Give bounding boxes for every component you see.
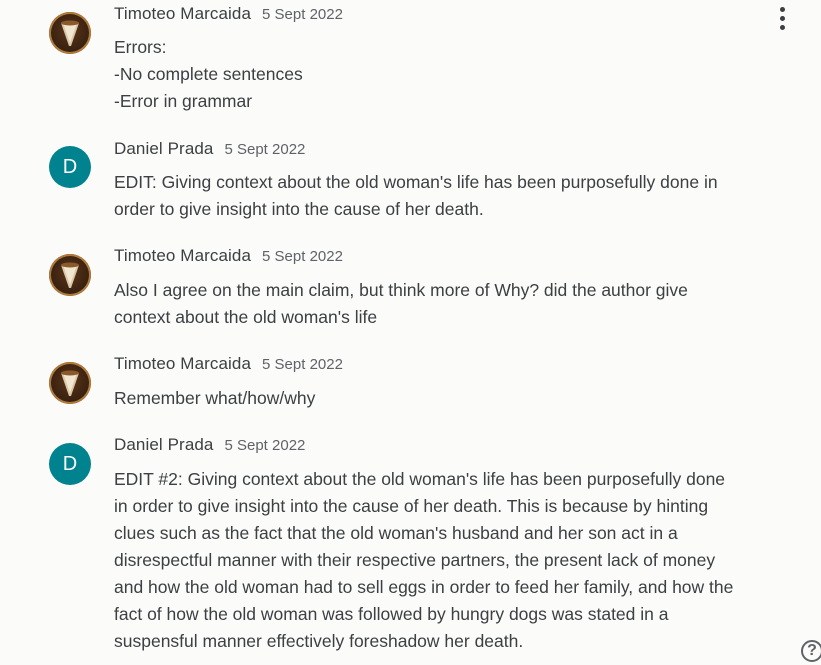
comment-line: disrespectful manner with their respecti… xyxy=(114,550,716,570)
avatar-timoteo xyxy=(49,254,91,296)
avatar-photo-icon xyxy=(61,20,79,46)
avatar-daniel: D xyxy=(49,443,91,485)
comment-line: -No complete sentences xyxy=(114,64,303,84)
comment-body: EDIT: Giving context about the old woman… xyxy=(114,169,814,223)
help-icon: ? xyxy=(807,642,817,659)
comment-body: EDIT #2: Giving context about the old wo… xyxy=(114,466,814,655)
comment-line: context about the old woman's life xyxy=(114,307,378,327)
comment-author: Daniel Prada xyxy=(114,435,214,454)
comment-line: and how the old woman had to sell eggs i… xyxy=(114,577,734,597)
comment-line: clues such as the fact that the old woma… xyxy=(114,523,678,543)
avatar-daniel: D xyxy=(49,146,91,188)
comment-date: 5 Sept 2022 xyxy=(262,356,343,373)
comment-body: Also I agree on the main claim, but thin… xyxy=(114,277,814,331)
comment-author: Timoteo Marcaida xyxy=(114,4,252,23)
more-options-button[interactable] xyxy=(770,4,794,32)
comment-line: order to give insight into the cause of … xyxy=(114,199,484,219)
comment-date: 5 Sept 2022 xyxy=(262,248,343,265)
comment-body: Errors: -No complete sentences -Error in… xyxy=(114,34,814,115)
comment-date: 5 Sept 2022 xyxy=(262,6,343,23)
comment-line: in order to give insight into the cause … xyxy=(114,496,709,516)
comment-author: Daniel Prada xyxy=(114,139,214,158)
help-button[interactable]: ? xyxy=(801,640,821,662)
avatar-photo-icon xyxy=(61,262,79,288)
comment-line: -Error in grammar xyxy=(114,91,253,111)
comment-date: 5 Sept 2022 xyxy=(224,141,306,158)
comment-author: Timoteo Marcaida xyxy=(114,354,252,373)
avatar-photo-icon xyxy=(61,370,79,396)
comment-line: Also I agree on the main claim, but thin… xyxy=(114,280,688,300)
avatar-timoteo xyxy=(49,362,91,404)
more-vert-icon xyxy=(779,6,785,12)
avatar-timoteo xyxy=(49,12,91,54)
comment-line: EDIT: Giving context about the old woman… xyxy=(114,172,718,192)
comment-line: Errors: xyxy=(114,37,167,57)
comment-author: Timoteo Marcaida xyxy=(114,246,252,265)
comment-line: EDIT #2: Giving context about the old wo… xyxy=(114,469,726,489)
comment-date: 5 Sept 2022 xyxy=(224,437,306,454)
comment-line: Remember what/how/why xyxy=(114,388,316,408)
comment-line: fact of how the old woman was followed b… xyxy=(114,604,669,624)
comment-line: suspensful manner effectively foreshadow… xyxy=(114,631,524,651)
comment-body: Remember what/how/why xyxy=(114,385,814,412)
